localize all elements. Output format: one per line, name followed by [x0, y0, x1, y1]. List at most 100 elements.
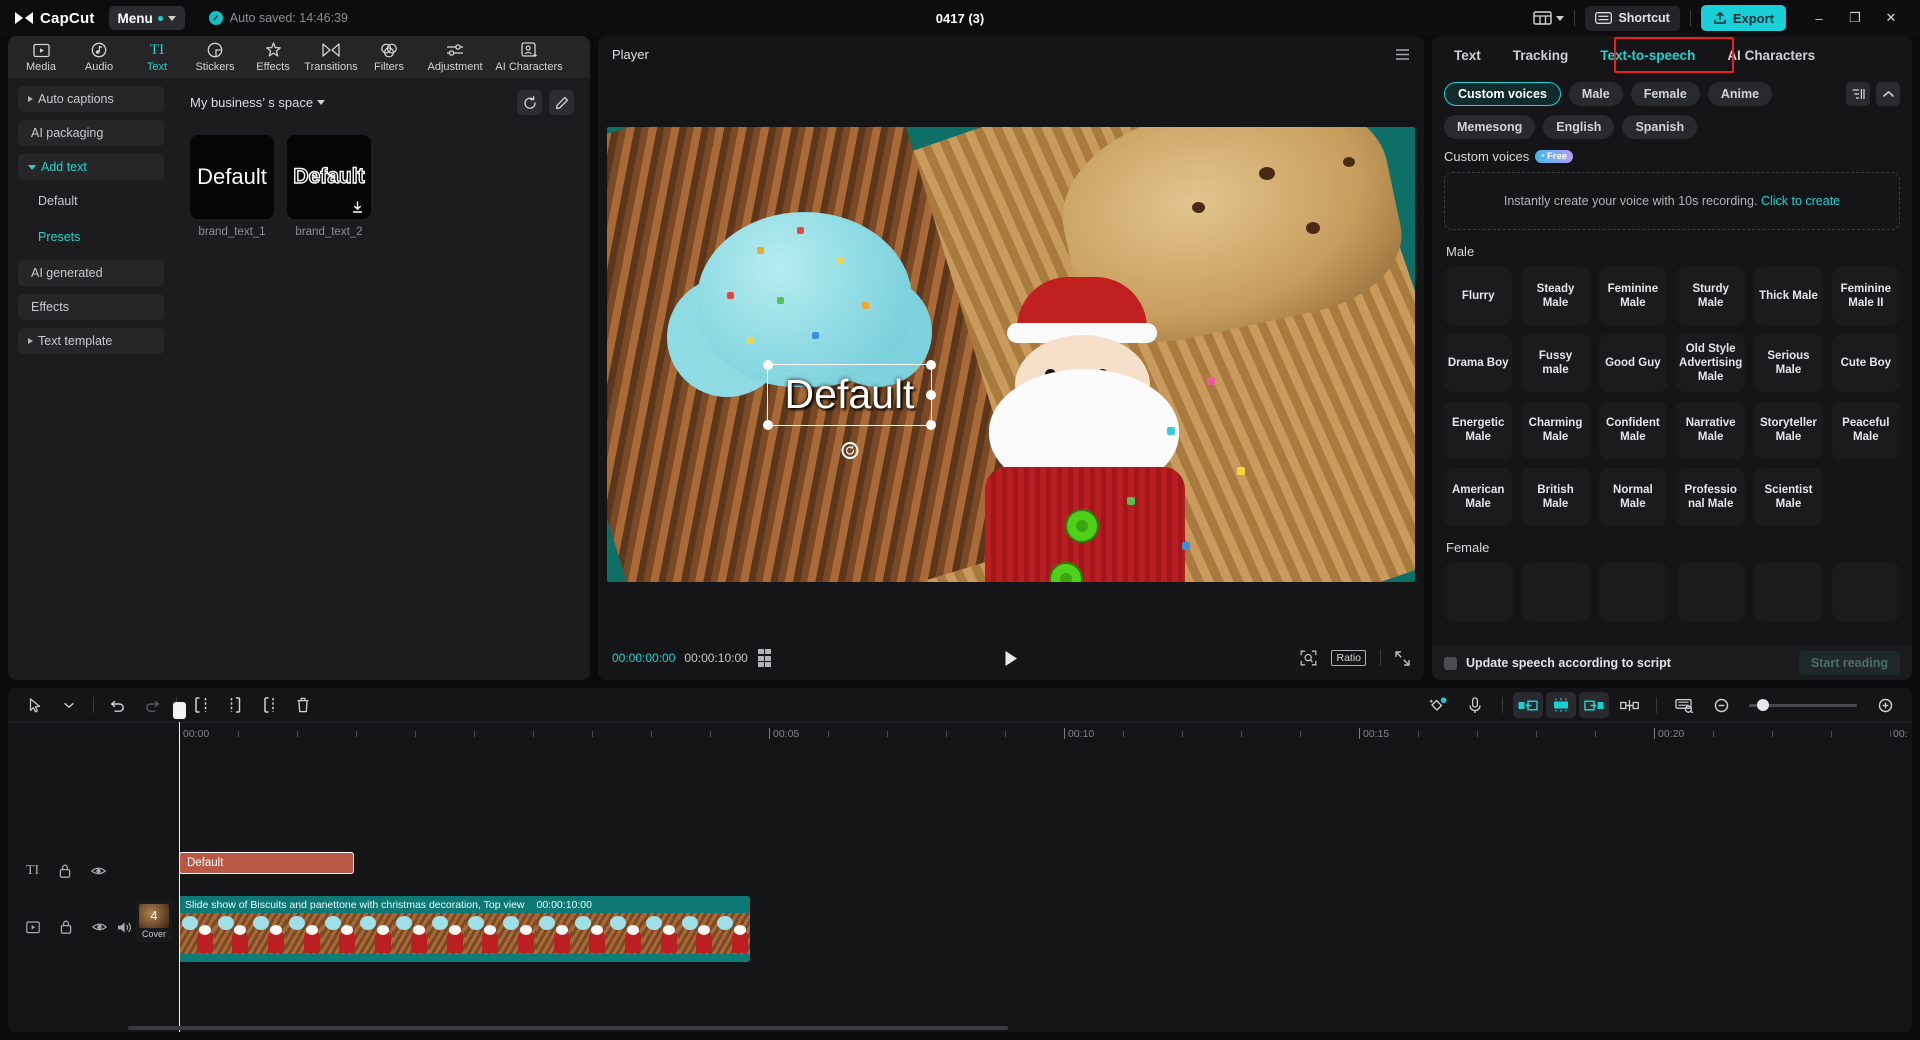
voice-item[interactable]: Feminine Male: [1599, 267, 1667, 325]
download-icon[interactable]: [351, 201, 364, 214]
redo-button[interactable]: [135, 692, 169, 718]
voice-item[interactable]: Professio nal Male: [1676, 468, 1745, 526]
close-button[interactable]: ✕: [1874, 3, 1908, 33]
tool-dropdown[interactable]: [52, 692, 86, 718]
lock-icon[interactable]: [59, 864, 71, 878]
voice-item[interactable]: Feminine Male II: [1832, 267, 1900, 325]
voice-item[interactable]: Storyteller Male: [1754, 401, 1822, 459]
resize-handle-tl[interactable]: [763, 360, 773, 370]
clip-end-button[interactable]: [1579, 692, 1609, 718]
tab-ai-characters[interactable]: AI Characters: [1713, 36, 1829, 74]
cover-thumbnail[interactable]: 4 Cover: [136, 900, 172, 942]
split-button[interactable]: [218, 692, 252, 718]
auto-edit-button[interactable]: [1421, 692, 1455, 718]
voice-item[interactable]: [1522, 563, 1591, 621]
undo-button[interactable]: [101, 692, 135, 718]
sidebar-item-auto-captions[interactable]: Auto captions: [18, 86, 164, 112]
voice-item[interactable]: Sturdy Male: [1676, 267, 1745, 325]
tab-text-to-speech[interactable]: Text-to-speech: [1586, 36, 1709, 74]
zoom-in-button[interactable]: [1868, 692, 1902, 718]
record-button[interactable]: [1458, 692, 1492, 718]
chip-anime[interactable]: Anime: [1708, 82, 1772, 106]
resize-handle-bl[interactable]: [763, 420, 773, 430]
playhead-handle[interactable]: [173, 702, 186, 719]
voice-item[interactable]: Fussy male: [1521, 334, 1589, 392]
sidebar-item-presets[interactable]: Presets: [18, 224, 164, 250]
hamburger-icon[interactable]: [1395, 48, 1410, 61]
resize-handle-right[interactable]: [926, 390, 936, 400]
nav-item-media[interactable]: Media: [12, 36, 70, 78]
timeline-scrollbar[interactable]: [128, 1026, 1008, 1030]
nav-item-effects[interactable]: Effects: [244, 36, 302, 78]
play-button[interactable]: [1004, 650, 1018, 667]
ratio-button[interactable]: Ratio: [1331, 650, 1366, 666]
voice-item[interactable]: Flurry: [1444, 267, 1512, 325]
voice-item[interactable]: Drama Boy: [1444, 334, 1512, 392]
nav-item-audio[interactable]: Audio: [70, 36, 128, 78]
start-reading-button[interactable]: Start reading: [1799, 651, 1900, 675]
preset-item-brand-text-2[interactable]: Default brand_text_2: [287, 135, 371, 238]
sidebar-item-add-text[interactable]: Add text: [18, 154, 164, 180]
voice-item[interactable]: Narrative Male: [1676, 401, 1745, 459]
grid-icon[interactable]: [758, 649, 772, 667]
zoom-out-button[interactable]: [1704, 692, 1738, 718]
video-canvas[interactable]: Default: [607, 127, 1415, 582]
export-button[interactable]: Export: [1701, 5, 1786, 31]
nav-item-transitions[interactable]: Transitions: [302, 36, 360, 78]
voice-item[interactable]: [1754, 563, 1823, 621]
voice-item[interactable]: Peaceful Male: [1832, 401, 1900, 459]
preset-item-brand-text-1[interactable]: Default brand_text_1: [190, 135, 274, 238]
create-voice-link[interactable]: Click to create: [1761, 194, 1840, 208]
refresh-button[interactable]: [517, 90, 542, 115]
nav-item-adjustment[interactable]: Adjustment: [418, 36, 492, 78]
voice-item[interactable]: [1677, 563, 1746, 621]
nav-item-filters[interactable]: Filters: [360, 36, 418, 78]
sidebar-item-ai-packaging[interactable]: AI packaging: [18, 120, 164, 146]
preset-thumbnail[interactable]: Default: [287, 135, 371, 219]
delete-button[interactable]: [286, 692, 320, 718]
voice-item[interactable]: [1599, 563, 1668, 621]
sidebar-item-effects[interactable]: Effects: [18, 294, 164, 320]
voice-item[interactable]: Energetic Male: [1444, 401, 1512, 459]
minimize-button[interactable]: –: [1802, 3, 1836, 33]
sidebar-item-text-template[interactable]: Text template: [18, 328, 164, 354]
mixer-button[interactable]: [1546, 692, 1576, 718]
nav-item-text[interactable]: TI Text: [128, 36, 186, 78]
maximize-button[interactable]: ❐: [1838, 3, 1872, 33]
filter-icon[interactable]: [1846, 82, 1870, 106]
voice-item[interactable]: Thick Male: [1754, 267, 1822, 325]
marker-button[interactable]: [1612, 692, 1646, 718]
voice-item[interactable]: [1832, 563, 1901, 621]
fit-timeline-button[interactable]: [1667, 692, 1701, 718]
playhead[interactable]: [179, 722, 180, 1032]
voice-item[interactable]: Old Style Advertising Male: [1676, 334, 1745, 392]
eye-icon[interactable]: [91, 865, 106, 877]
split-right-button[interactable]: [252, 692, 286, 718]
voice-item[interactable]: British Male: [1521, 468, 1589, 526]
zoom-slider[interactable]: [1749, 704, 1857, 707]
select-tool[interactable]: [18, 692, 52, 718]
chevron-up-icon[interactable]: [1876, 82, 1900, 106]
sidebar-item-default[interactable]: Default: [18, 188, 164, 214]
voice-item[interactable]: Cute Boy: [1832, 334, 1900, 392]
space-selector[interactable]: My business’ s space: [190, 95, 325, 110]
text-overlay-selection[interactable]: Default: [767, 364, 932, 426]
voice-item[interactable]: [1444, 563, 1513, 621]
menu-button[interactable]: Menu: [109, 6, 185, 30]
resize-handle-tr[interactable]: [926, 360, 936, 370]
timeline-clip-text[interactable]: Default: [179, 852, 354, 874]
nav-item-stickers[interactable]: Stickers: [186, 36, 244, 78]
timeline-clip-video[interactable]: Slide show of Biscuits and panettone wit…: [179, 896, 750, 962]
chip-english[interactable]: English: [1543, 115, 1614, 139]
split-left-button[interactable]: [184, 692, 218, 718]
custom-voice-create-box[interactable]: Instantly create your voice with 10s rec…: [1444, 172, 1900, 230]
tab-tracking[interactable]: Tracking: [1499, 36, 1583, 74]
voice-item[interactable]: Good Guy: [1599, 334, 1667, 392]
tab-text[interactable]: Text: [1440, 36, 1495, 74]
chip-custom-voices[interactable]: Custom voices: [1444, 82, 1561, 106]
chip-male[interactable]: Male: [1569, 82, 1623, 106]
nav-item-ai-characters[interactable]: AI Characters: [492, 36, 566, 78]
voice-item[interactable]: Charming Male: [1521, 401, 1589, 459]
chip-female[interactable]: Female: [1631, 82, 1700, 106]
eye-icon[interactable]: [92, 921, 107, 933]
